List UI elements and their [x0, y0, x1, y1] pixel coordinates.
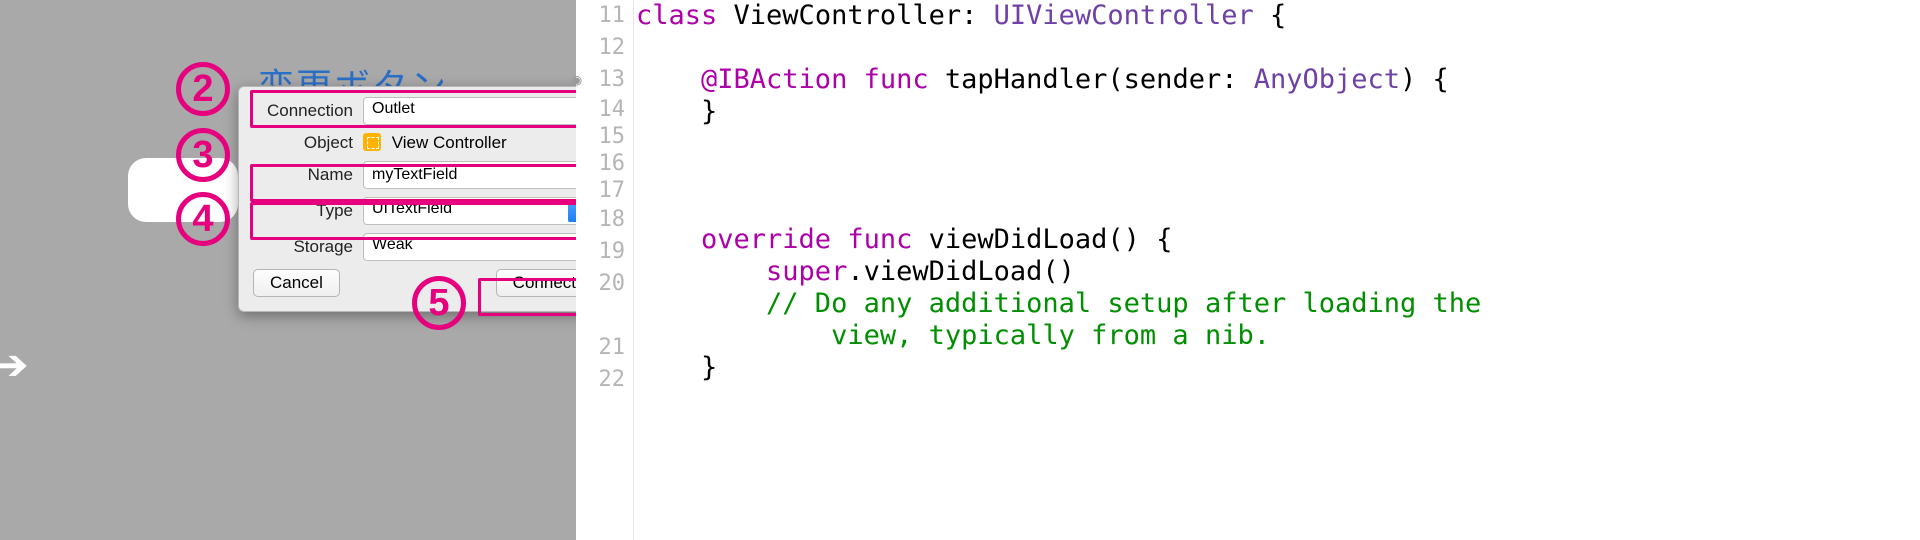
connection-select[interactable]: Outlet ▴▾: [363, 97, 593, 125]
type-select[interactable]: UITextField ⌄: [363, 197, 593, 225]
object-value: View Controller: [392, 133, 507, 152]
connection-select-value: Outlet: [372, 100, 415, 117]
code-token: }: [636, 352, 717, 383]
code-token: ) {: [1400, 64, 1449, 95]
code-token: func: [847, 64, 928, 95]
line-number: 16: [576, 150, 625, 177]
code-token: ViewController:: [717, 0, 993, 31]
line-number: 18: [576, 204, 625, 236]
code-token: class: [636, 0, 717, 31]
line-number-gutter: 11 12 13 14 15 16 17 18 19 20 21 22: [576, 0, 634, 540]
code-token: // Do any additional setup after loading…: [636, 288, 1481, 319]
connection-popover: Connection Outlet ▴▾ Object View Control…: [238, 86, 608, 312]
storage-label: Storage: [253, 237, 363, 257]
code-token: tapHandler(sender:: [929, 64, 1254, 95]
connection-label: Connection: [253, 101, 363, 121]
line-number: 20: [576, 268, 625, 300]
code-token: .viewDidLoad(): [847, 256, 1075, 287]
source-editor[interactable]: class ViewController: UIViewController {…: [636, 0, 1920, 540]
line-number: 17: [576, 177, 625, 204]
object-value-row: View Controller: [363, 133, 593, 153]
line-number: 12: [576, 32, 625, 64]
type-label: Type: [253, 201, 363, 221]
line-number: 19: [576, 236, 625, 268]
code-token: AnyObject: [1254, 64, 1400, 95]
chevron-right-icon: ➔: [0, 344, 29, 386]
storage-select-value: Weak: [372, 236, 413, 253]
name-label: Name: [253, 165, 363, 185]
code-token: @IBAction: [636, 64, 847, 95]
object-label: Object: [253, 133, 363, 153]
line-number: 22: [576, 364, 625, 396]
annotation-3-icon: 3: [176, 128, 230, 182]
viewcontroller-icon: [363, 133, 381, 151]
storage-select[interactable]: Weak ▴▾: [363, 233, 593, 261]
line-number: 14: [576, 96, 625, 123]
name-field[interactable]: [363, 161, 593, 189]
code-token: {: [1254, 0, 1287, 31]
annotation-5-icon: 5: [412, 276, 466, 330]
line-number: 11: [576, 0, 625, 32]
line-number: 21: [576, 300, 625, 364]
code-token: viewDidLoad() {: [912, 224, 1172, 255]
annotation-4-icon: 4: [176, 192, 230, 246]
code-token: view, typically from a nib.: [636, 320, 1270, 351]
code-token: func: [831, 224, 912, 255]
interface-builder-pane: 変更ボタン ➔ Connection Outlet ▴▾ Object View…: [0, 0, 576, 540]
annotation-2-icon: 2: [176, 62, 230, 116]
type-select-value: UITextField: [372, 200, 452, 217]
line-number: 15: [576, 123, 625, 150]
line-number: 13: [576, 64, 625, 96]
code-token: override: [636, 224, 831, 255]
code-token: }: [636, 96, 717, 127]
code-token: super: [636, 256, 847, 287]
code-token: UIViewController: [994, 0, 1254, 31]
cancel-button[interactable]: Cancel: [253, 269, 340, 297]
